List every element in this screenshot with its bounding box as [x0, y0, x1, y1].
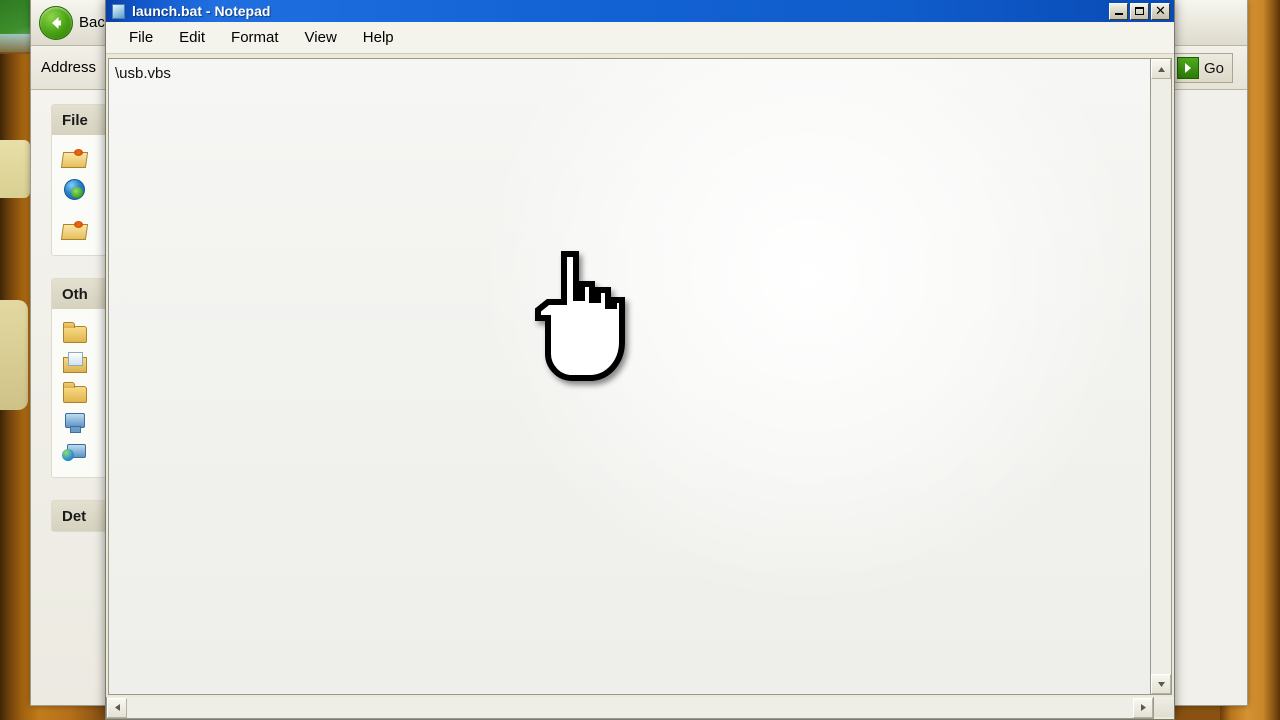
wallpaper-shape-lower — [0, 300, 28, 410]
horizontal-scrollbar[interactable] — [106, 697, 1154, 719]
menu-item-format[interactable]: Format — [220, 26, 290, 49]
window-controls: ✕ — [1109, 2, 1170, 20]
go-button[interactable]: Go — [1173, 53, 1233, 83]
menu-item-file[interactable]: File — [118, 26, 164, 49]
notepad-document-icon — [110, 3, 126, 19]
notepad-titlebar[interactable]: launch.bat - Notepad ✕ — [106, 0, 1174, 22]
scroll-left-button[interactable] — [107, 697, 127, 718]
notepad-window[interactable]: launch.bat - Notepad ✕ File Edit Format … — [105, 0, 1175, 720]
notepad-text-content: \usb.vbs — [115, 65, 171, 82]
scrollbar-corner-grip — [1154, 697, 1174, 717]
back-button[interactable]: Back — [39, 5, 112, 40]
folder-open-new-icon — [62, 146, 88, 170]
scroll-up-button[interactable] — [1151, 59, 1171, 79]
globe-publish-icon — [62, 176, 88, 200]
notepad-menubar: File Edit Format View Help — [106, 22, 1174, 54]
folder-share-icon — [62, 218, 88, 242]
my-computer-icon — [62, 410, 88, 434]
address-label: Address — [41, 59, 97, 76]
wallpaper-sky-area — [0, 34, 34, 54]
menu-item-help[interactable]: Help — [352, 26, 405, 49]
minimize-icon[interactable] — [1109, 2, 1128, 20]
scroll-right-button[interactable] — [1133, 697, 1153, 718]
network-places-icon — [62, 440, 88, 464]
menu-item-view[interactable]: View — [294, 26, 348, 49]
notepad-text-frame: \usb.vbs — [108, 58, 1150, 695]
screen: Back Address Go File Oth Det launch.bat … — [0, 0, 1280, 720]
minimize-glyph — [1114, 13, 1123, 15]
maximize-icon[interactable] — [1130, 2, 1149, 20]
scroll-down-button[interactable] — [1151, 674, 1171, 694]
go-button-label: Go — [1203, 59, 1224, 77]
documents-folder-icon — [62, 350, 88, 374]
vertical-scrollbar[interactable] — [1150, 58, 1172, 695]
window-title: launch.bat - Notepad — [132, 3, 271, 19]
notepad-client-area: \usb.vbs — [106, 54, 1174, 697]
notepad-bottom-bar — [106, 697, 1174, 719]
close-icon[interactable]: ✕ — [1151, 2, 1170, 20]
folder-icon — [62, 380, 88, 404]
menu-item-edit[interactable]: Edit — [168, 26, 216, 49]
go-arrow-icon — [1176, 57, 1199, 79]
wallpaper-shape-upper — [0, 140, 30, 198]
folder-icon — [62, 320, 88, 344]
back-arrow-icon — [39, 5, 73, 40]
notepad-text-input[interactable]: \usb.vbs — [109, 59, 1150, 694]
maximize-glyph — [1135, 7, 1144, 15]
